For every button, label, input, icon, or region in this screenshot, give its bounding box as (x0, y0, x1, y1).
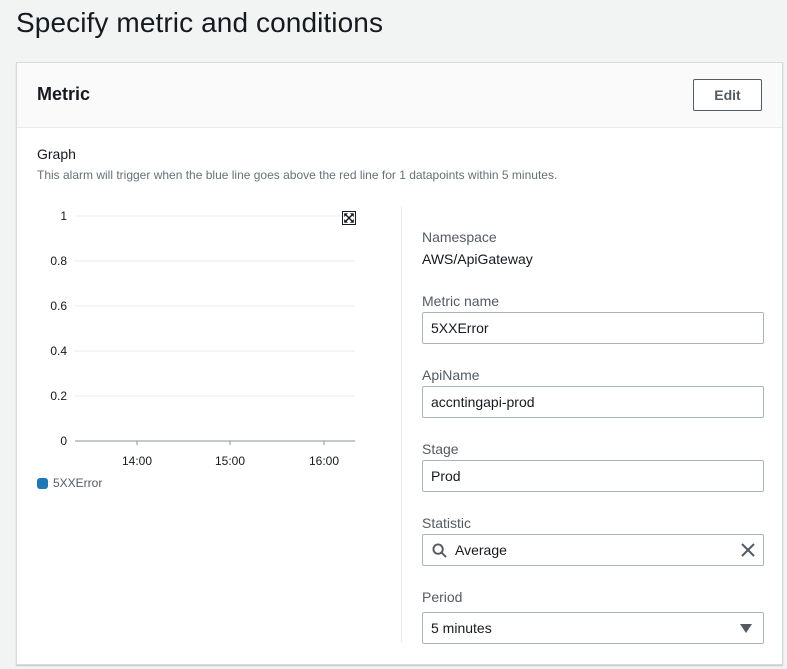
stage-label: Stage (422, 441, 459, 457)
metric-chart: 0 0.2 0.4 0.6 0.8 1 14:00 15:00 16:00 (50, 209, 355, 468)
graph-label: Graph (37, 146, 76, 162)
legend-swatch (37, 477, 48, 489)
metric-name-input[interactable] (422, 312, 764, 344)
y-tick-label: 1 (60, 209, 67, 223)
x-tick-label: 15:00 (215, 454, 245, 468)
page-title: Specify metric and conditions (16, 7, 384, 38)
y-tick-label: 0.8 (50, 254, 67, 268)
statistic-search-field[interactable] (422, 534, 764, 566)
period-label: Period (422, 589, 463, 605)
y-tick-label: 0 (60, 434, 67, 448)
close-icon[interactable] (741, 543, 755, 557)
chart-legend: 5XXError (37, 476, 102, 490)
graph-description: This alarm will trigger when the blue li… (37, 168, 558, 182)
metric-name-label: Metric name (422, 293, 500, 309)
api-name-label: ApiName (422, 367, 480, 383)
y-tick-label: 0.4 (50, 344, 67, 358)
y-tick-label: 0.2 (50, 389, 67, 403)
x-tick-label: 14:00 (122, 454, 152, 468)
legend-label: 5XXError (53, 476, 103, 490)
card-header: Metric Edit (17, 63, 782, 128)
y-tick-label: 0.6 (50, 299, 67, 313)
edit-button[interactable]: Edit (693, 79, 762, 111)
metric-card: Metric Edit Graph This alarm will trigge… (16, 62, 783, 665)
column-divider (401, 206, 402, 643)
expand-icon[interactable] (342, 211, 356, 225)
statistic-input[interactable] (455, 535, 725, 565)
period-value: 5 minutes (431, 620, 492, 636)
caret-down-icon (740, 624, 752, 633)
card-title: Metric (37, 84, 91, 104)
search-icon (432, 543, 447, 558)
namespace-value: AWS/ApiGateway (422, 251, 533, 267)
namespace-label: Namespace (422, 229, 497, 245)
x-tick-label: 16:00 (309, 454, 339, 468)
stage-input[interactable] (422, 460, 764, 492)
api-name-input[interactable] (422, 386, 764, 418)
statistic-label: Statistic (422, 515, 472, 531)
period-select[interactable]: 5 minutes (422, 612, 764, 644)
